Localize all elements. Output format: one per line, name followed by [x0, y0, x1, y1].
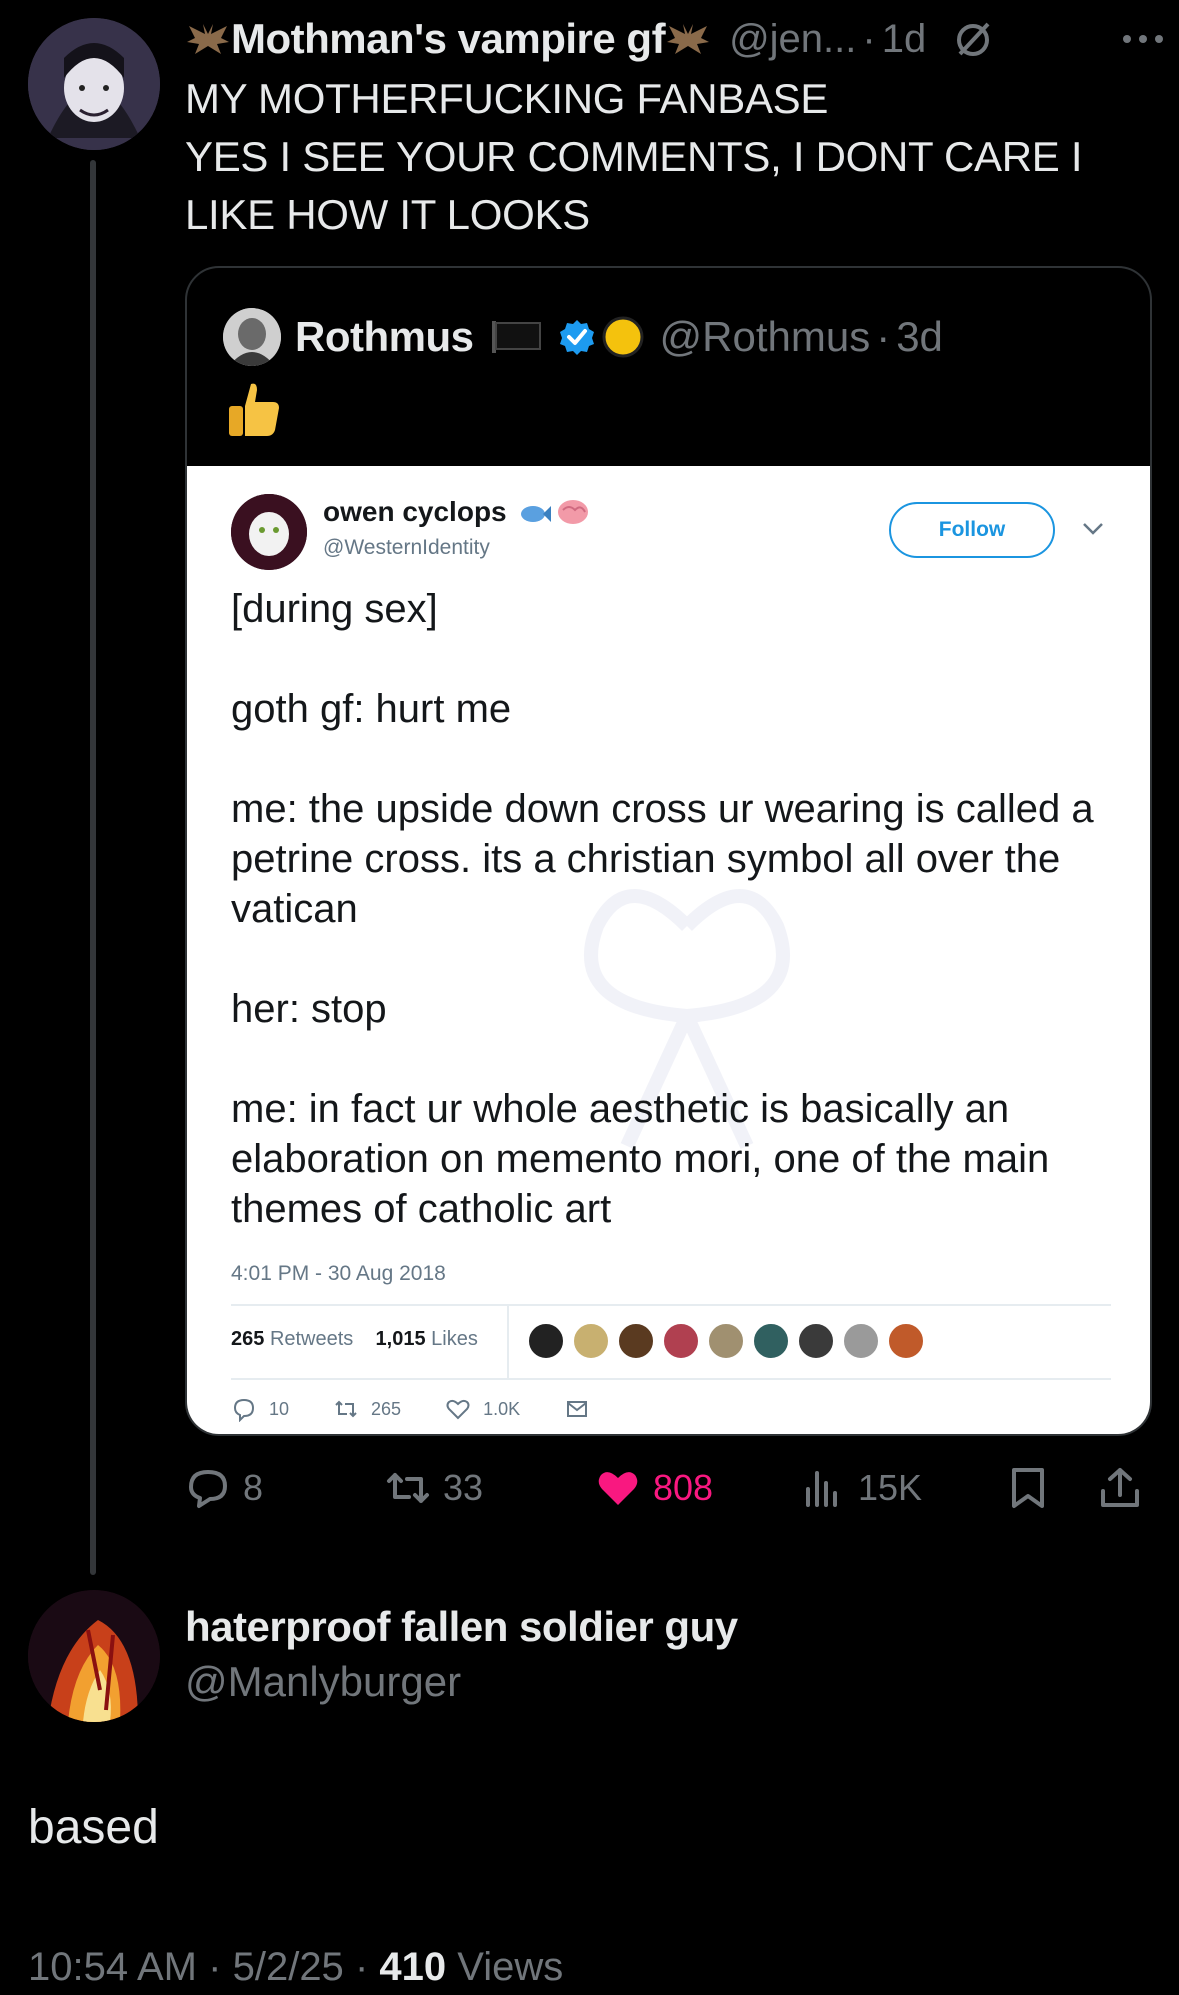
quoted-tweet-header: Rothmus @Rothmus · 3d	[223, 306, 943, 368]
divider	[231, 1378, 1111, 1380]
liker-avatar	[887, 1322, 925, 1360]
reply-author-avatar[interactable]	[28, 1590, 160, 1722]
quoted-tweet-card[interactable]: Rothmus @Rothmus · 3d owen cyclops @West…	[185, 266, 1152, 1436]
repost-button[interactable]: 33	[385, 1462, 483, 1514]
liker-avatar	[752, 1322, 790, 1360]
reply-views-label: Views	[457, 1945, 564, 1989]
divider	[231, 1304, 1111, 1306]
liker-avatar	[662, 1322, 700, 1360]
quoted-display-name: Rothmus	[295, 313, 474, 360]
embedded-body-line: [during sex]	[231, 587, 438, 631]
reply-icon	[233, 1398, 255, 1422]
embedded-body-line: me: in fact ur whole aesthetic is basica…	[231, 1087, 1050, 1231]
parent-display-name[interactable]: Mothman's vampire gf	[231, 15, 666, 63]
liker-avatar	[842, 1322, 880, 1360]
quoted-timestamp: 3d	[896, 313, 943, 360]
envelope-icon	[567, 1401, 588, 1417]
reply-display-name[interactable]: haterproof fallen soldier guy	[185, 1603, 738, 1651]
quoted-handle: @Rothmus	[659, 313, 871, 360]
reply-handle[interactable]: @Manlyburger	[185, 1658, 461, 1706]
reply-views-count: 410	[379, 1945, 447, 1989]
embedded-likes-label: Likes	[431, 1328, 478, 1350]
parent-handle[interactable]: @jen...	[729, 17, 856, 62]
separator-dot: ·	[876, 313, 891, 360]
reply-metadata: 10:54 AM · 5/2/25 · 410 Views	[28, 1945, 563, 1990]
embedded-timestamp: 4:01 PM - 30 Aug 2018	[231, 1262, 446, 1285]
embedded-display-name: owen cyclops	[323, 496, 507, 527]
liker-avatar	[797, 1322, 835, 1360]
separator-dot: ·	[208, 1945, 222, 1989]
reply-text: based	[28, 1801, 159, 1854]
embedded-message	[564, 1396, 602, 1422]
separator-dot: ·	[862, 16, 876, 61]
embedded-like-label: 1.0K	[483, 1398, 521, 1419]
liker-avatar	[572, 1322, 610, 1360]
share-icon	[1101, 1468, 1139, 1507]
embedded-author-avatar	[231, 494, 307, 570]
muted-circle-icon	[957, 22, 990, 56]
liker-avatar	[617, 1322, 655, 1360]
analytics-icon	[806, 1471, 837, 1507]
embedded-body-line: me: the upside down cross ur wearing is …	[231, 787, 1094, 931]
embedded-body-line: goth gf: hurt me	[231, 687, 512, 731]
reply-date[interactable]: 5/2/25	[233, 1945, 344, 1989]
embedded-tweet-screenshot: owen cyclops @WesternIdentity Follow [du…	[187, 466, 1150, 1434]
embedded-reply-count: 10	[231, 1396, 289, 1422]
separator-dot: ·	[354, 1945, 369, 1989]
embedded-stats: 265 Retweets 1,015 Likes	[231, 1328, 478, 1351]
embedded-handle: @WesternIdentity	[323, 536, 490, 559]
embedded-body-line: her: stop	[231, 987, 387, 1031]
liker-avatar	[707, 1322, 745, 1360]
reply-count: 8	[243, 1467, 264, 1508]
embedded-action-bar: 10 265 1.0K	[231, 1396, 646, 1422]
reply-button[interactable]: 8	[185, 1462, 263, 1514]
thumbs-up-icon	[229, 383, 279, 436]
bat-emoji-icon	[187, 24, 229, 54]
views-button[interactable]: 15K	[800, 1462, 922, 1514]
tweet-action-bar: 8 33 808 15K	[185, 1462, 1145, 1514]
embedded-like-count: 1.0K	[445, 1396, 520, 1422]
fish-and-brain-emoji-icon	[520, 500, 588, 524]
share-button[interactable]	[1097, 1462, 1155, 1514]
retweet-icon	[335, 1400, 357, 1418]
liker-avatars	[527, 1322, 932, 1360]
like-button[interactable]: 808	[595, 1462, 713, 1514]
heart-icon	[446, 1399, 470, 1420]
embedded-tweet-body: [during sex] goth gf: hurt me me: the up…	[231, 584, 1111, 1234]
embedded-likes-count: 1,015	[375, 1328, 426, 1350]
divider	[507, 1306, 509, 1378]
embedded-reply-label: 10	[269, 1398, 290, 1419]
repost-count: 33	[443, 1467, 484, 1508]
reply-icon	[189, 1470, 227, 1508]
repost-icon	[387, 1473, 429, 1503]
follow-button: Follow	[889, 502, 1055, 558]
verified-badge-icon	[559, 320, 594, 355]
bat-emoji-icon	[667, 24, 710, 54]
thread-connector-line	[90, 160, 96, 1575]
quoted-author-avatar	[223, 308, 281, 366]
embedded-retweet-count: 265	[333, 1396, 401, 1422]
embedded-retweets-label: Retweets	[269, 1328, 354, 1350]
parent-tweet-header: Mothman's vampire gf @jen... · 1d	[185, 12, 1165, 66]
bookmark-icon	[1012, 1468, 1044, 1508]
parent-timestamp[interactable]: 1d	[882, 17, 927, 62]
embedded-retweets-count: 265	[231, 1328, 265, 1350]
views-count: 15K	[858, 1467, 923, 1508]
like-count: 808	[653, 1467, 714, 1508]
parent-tweet-text: MY MOTHERFUCKING FANBASE YES I SEE YOUR …	[185, 75, 1083, 238]
chevron-down-icon	[1083, 523, 1103, 535]
yellow-circle-icon	[602, 316, 643, 358]
more-options-icon[interactable]	[1121, 33, 1165, 45]
embedded-retweet-label: 265	[371, 1398, 402, 1419]
reply-time[interactable]: 10:54 AM	[28, 1945, 197, 1989]
liker-avatar	[527, 1322, 565, 1360]
bookmark-button[interactable]	[1005, 1462, 1063, 1514]
black-flag-icon	[491, 321, 541, 353]
parent-author-avatar[interactable]	[28, 18, 160, 150]
heart-filled-icon	[598, 1472, 638, 1505]
